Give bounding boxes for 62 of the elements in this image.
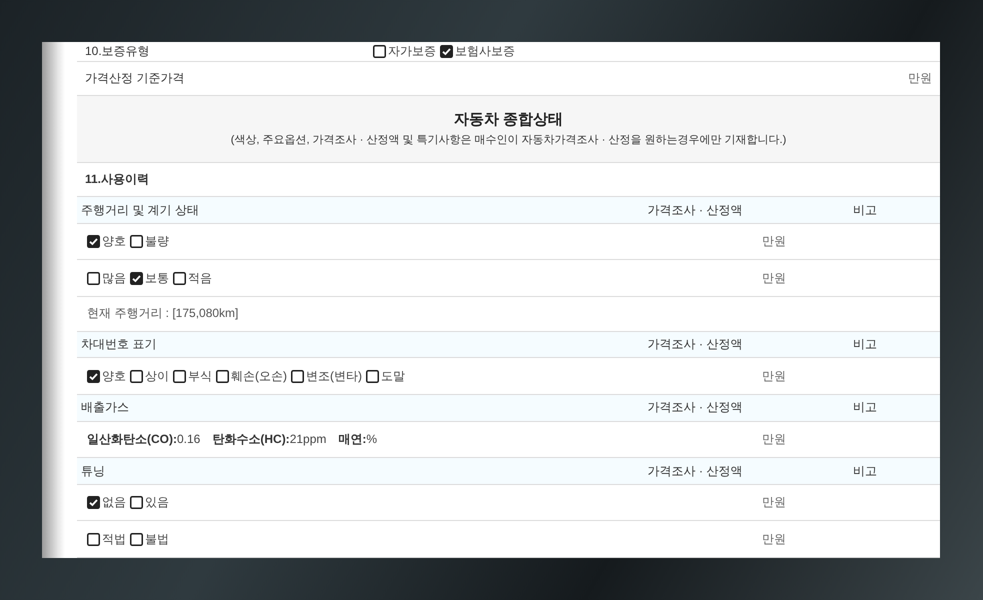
banner-note: (색상, 주요옵션, 가격조사 · 산정액 및 특기사항은 매수인이 자동차가격조사 · 산정을 원하는경우에만 기재합니다.) [230,133,786,148]
option-label: 자가보증 [388,42,436,60]
reading-text: 매연:% [338,430,378,448]
group-title: 차대번호 표기 [80,336,158,353]
option-label: 보험사보증 [455,42,515,60]
column-header: 가격조사 · 산정액 [646,336,744,353]
option-label: 훼손(오손) [231,368,287,385]
checkbox[interactable] [87,532,100,546]
column-header: 비고 [852,336,878,353]
option-label: 있음 [145,494,169,512]
option-label: 도말 [381,368,405,385]
checkbox[interactable] [173,272,186,285]
unit-label: 만원 [762,532,786,546]
unit-label: 만원 [762,234,786,248]
option-label: 변조(변타) [306,368,362,385]
group-title: 주행거리 및 계기 상태 [80,202,200,219]
section-title: 11.사용이력 [85,170,150,188]
checkbox[interactable] [87,370,100,383]
checkbox[interactable] [291,370,304,383]
group-title: 배출가스 [80,399,130,416]
column-header: 가격조사 · 산정액 [646,462,744,480]
row-label: 가격산정 기준가격 [85,70,184,88]
checkbox[interactable] [130,532,143,546]
column-header: 가격조사 · 산정액 [646,202,744,219]
unit-label: 만원 [762,368,786,383]
checkbox[interactable] [216,370,229,383]
option-label: 양호 [102,368,126,385]
column-header: 비고 [852,399,878,416]
checkbox[interactable] [130,370,143,383]
option-label: 없음 [102,494,126,512]
group-title: 튜닝 [80,462,106,480]
unit-label: 만원 [762,495,786,510]
reading-text: 일산화탄소(CO):0.16 [87,430,200,448]
checkbox[interactable] [130,272,143,285]
checkbox[interactable] [173,370,186,383]
unit-label: 만원 [762,432,786,446]
column-header: 가격조사 · 산정액 [646,399,744,416]
option-label: 불법 [145,530,169,548]
option-label: 양호 [102,233,126,250]
checkbox[interactable] [130,496,143,510]
column-header: 비고 [852,202,878,219]
option-label: 많음 [102,270,126,287]
reading-text: 탄화수소(HC):21ppm [212,430,326,448]
row-label: 10.보증유형 [85,42,151,60]
option-label: 상이 [145,368,169,385]
checkbox[interactable] [373,44,386,58]
option-label: 부식 [188,368,212,385]
banner-title: 자동차 종합상태 [454,110,564,130]
checkbox[interactable] [440,44,453,58]
option-label: 불량 [145,233,169,250]
unit-label: 만원 [762,270,786,285]
option-label: 보통 [145,270,169,287]
option-label: 적음 [188,270,212,287]
column-header: 비고 [852,462,878,480]
unit-label: 만원 [908,70,932,88]
checkbox[interactable] [87,235,100,248]
checkbox[interactable] [87,272,100,285]
checkbox[interactable] [87,496,100,510]
checkbox[interactable] [130,235,143,248]
option-label: 적법 [102,530,126,548]
checkbox[interactable] [366,370,379,383]
mileage-text: 현재 주행거리 : [175,080km] [87,306,238,320]
